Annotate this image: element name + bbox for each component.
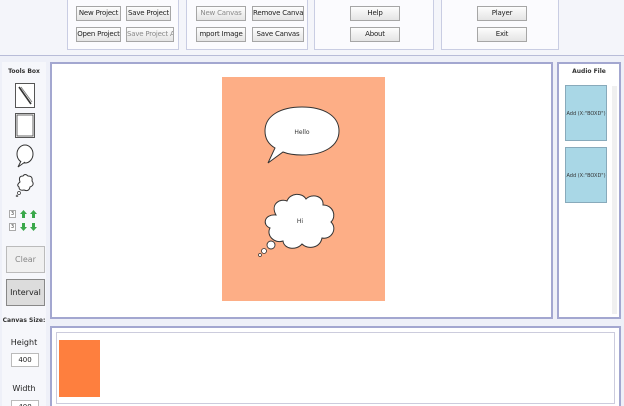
bubble-hello-text: Hello <box>294 129 310 136</box>
open-project-button[interactable]: Open Project <box>76 27 121 42</box>
canvas-page[interactable]: Hello Hi <box>222 77 385 301</box>
tools-panel: Tools Box 3 3 Clear Interval Canvas Size… <box>2 62 46 406</box>
audio-item[interactable]: Add (X:"BOXD") <box>565 147 607 203</box>
new-canvas-button[interactable]: New Canvas <box>196 6 246 21</box>
help-button[interactable]: Help <box>350 6 400 21</box>
counter-1: 3 <box>9 209 41 219</box>
audio-scrollbar[interactable] <box>612 86 617 314</box>
project-group: New Project Save Project Open Project Sa… <box>67 0 179 50</box>
thought-bubble-shape[interactable]: Hi <box>256 189 346 259</box>
counter-2-value: 3 <box>9 223 16 231</box>
bubble-hi-text: Hi <box>297 218 304 225</box>
counter-2: 3 <box>9 222 41 232</box>
speech-bubble-tool[interactable] <box>15 143 35 168</box>
import-image-button[interactable]: mport Image <box>196 27 246 42</box>
tools-box-title: Tools Box <box>8 68 40 75</box>
remove-canvas-button[interactable]: Remove Canvas <box>252 6 304 21</box>
counter-1-value: 3 <box>9 210 16 218</box>
speech-bubble-icon <box>16 144 34 168</box>
increase-arrow-icon[interactable] <box>29 222 38 232</box>
rectangle-tool[interactable] <box>15 113 35 138</box>
help-group: Help About <box>314 0 434 50</box>
pencil-icon <box>18 86 33 105</box>
save-project-as-button[interactable]: Save Project As <box>126 27 174 42</box>
thumbnail-strip <box>50 326 621 406</box>
speech-bubble-shape[interactable]: Hello <box>262 102 342 166</box>
thought-bubble-icon <box>15 174 34 198</box>
clear-button[interactable]: Clear <box>6 246 45 273</box>
canvas-thumbnail[interactable] <box>59 340 100 397</box>
exit-button[interactable]: Exit <box>477 27 527 42</box>
height-input[interactable]: 400 <box>11 353 39 367</box>
canvas-size-title: Canvas Size: <box>2 317 46 324</box>
canvas-workspace: Hello Hi <box>50 62 553 319</box>
canvas-group: New Canvas Remove Canvas mport Image Sav… <box>186 0 308 50</box>
height-label: Height <box>10 338 38 347</box>
decrease-arrow-icon[interactable] <box>19 222 28 232</box>
width-input[interactable]: 400 <box>11 400 39 406</box>
decrease-arrow-icon[interactable] <box>19 209 28 219</box>
save-project-button[interactable]: Save Project <box>126 6 171 21</box>
interval-button[interactable]: Interval <box>6 279 45 306</box>
pencil-tool[interactable] <box>15 83 35 108</box>
new-project-button[interactable]: New Project <box>76 6 121 21</box>
player-button[interactable]: Player <box>477 6 527 21</box>
audio-item[interactable]: Add (X:"BOXD") <box>565 85 607 141</box>
audio-file-title: Audio File <box>572 68 606 75</box>
thumbnail-container <box>56 332 615 404</box>
width-label: Width <box>12 384 36 393</box>
increase-arrow-icon[interactable] <box>29 209 38 219</box>
audio-file-panel: Audio File Add (X:"BOXD") Add (X:"BOXD") <box>557 62 621 319</box>
about-button[interactable]: About <box>350 27 400 42</box>
save-canvas-button[interactable]: Save Canvas <box>252 27 304 42</box>
rectangle-icon <box>16 114 34 137</box>
top-toolbar: New Project Save Project Open Project Sa… <box>0 0 624 56</box>
player-group: Player Exit <box>441 0 559 50</box>
thought-bubble-tool[interactable] <box>15 172 35 198</box>
